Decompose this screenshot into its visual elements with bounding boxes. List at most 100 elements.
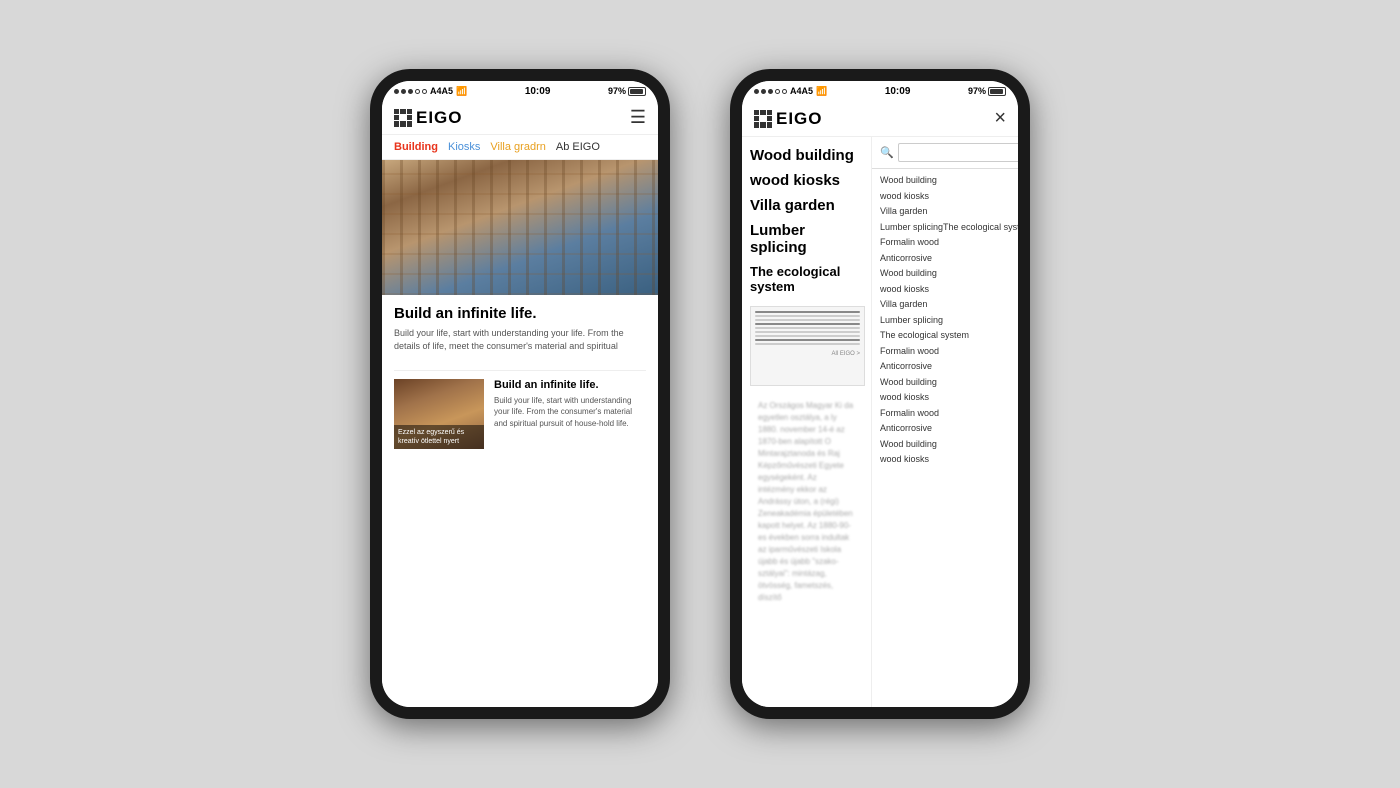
result-8[interactable]: Villa garden	[880, 297, 1018, 313]
main-article: Build an infinite life. Build your life,…	[382, 295, 658, 362]
status-left-1: A4A5 📶	[394, 86, 467, 97]
result-11[interactable]: Formalin wood	[880, 344, 1018, 360]
signal-dots-2	[754, 89, 787, 94]
result-6[interactable]: Wood building	[880, 266, 1018, 282]
result-4[interactable]: Formalin wood	[880, 235, 1018, 251]
carrier-label-2: A4A5	[790, 86, 813, 96]
phone-2-screen: A4A5 📶 10:09 97% EIGO ×	[742, 81, 1018, 707]
result-1[interactable]: wood kiosks	[880, 189, 1018, 205]
dot-4	[415, 89, 420, 94]
close-button[interactable]: ×	[994, 107, 1006, 130]
second-article-title: Build an infinite life.	[494, 379, 646, 391]
nav-kiosks[interactable]: Kiosks	[448, 141, 480, 153]
thumb-caption: Ezzel az egyszerű és kreatív ötlettel ny…	[394, 425, 484, 449]
tl6	[755, 331, 860, 333]
result-18[interactable]: wood kiosks	[880, 452, 1018, 468]
dot-1	[394, 89, 399, 94]
phone-1-screen: A4A5 📶 10:09 97% EIGO ☰	[382, 81, 658, 707]
tl7	[755, 335, 860, 337]
second-article-content: Build an infinite life. Build your life,…	[494, 379, 646, 449]
battery-pct-2: 97%	[968, 86, 986, 96]
time-display-2: 10:09	[885, 86, 911, 97]
hamburger-menu[interactable]: ☰	[630, 107, 646, 128]
hero-image	[382, 160, 658, 295]
search-icon: 🔍	[880, 146, 894, 159]
result-5[interactable]: Anticorrosive	[880, 251, 1018, 267]
wifi-icon-2: 📶	[816, 86, 827, 97]
result-13[interactable]: Wood building	[880, 375, 1018, 391]
status-bar-1: A4A5 📶 10:09 97%	[382, 81, 658, 101]
status-bar-2: A4A5 📶 10:09 97%	[742, 81, 1018, 101]
main-article-text: Build your life, start with understandin…	[394, 327, 646, 352]
app-header-2: EIGO ×	[742, 101, 1018, 137]
tl3	[755, 319, 860, 321]
logo-2: EIGO	[754, 109, 823, 129]
result-12[interactable]: Anticorrosive	[880, 359, 1018, 375]
time-display-1: 10:09	[525, 86, 551, 97]
tl9	[755, 343, 860, 345]
result-16[interactable]: Anticorrosive	[880, 421, 1018, 437]
menu-thumbnail: All EIGO >	[750, 306, 865, 386]
phone-1: A4A5 📶 10:09 97% EIGO ☰	[370, 69, 670, 719]
menu-item-4[interactable]: The ecological system	[750, 264, 863, 294]
menu-thumb-content: All EIGO >	[751, 307, 864, 385]
menu-left-panel: Wood building wood kiosks Villa garden L…	[742, 137, 872, 707]
search-results-list: Wood building wood kiosks Villa garden L…	[872, 169, 1018, 707]
menu-item-1[interactable]: wood kiosks	[750, 172, 863, 189]
article-thumbnail: Ezzel az egyszerű és kreatív ötlettel ny…	[394, 379, 484, 449]
result-2[interactable]: Villa garden	[880, 204, 1018, 220]
carrier-label: A4A5	[430, 86, 453, 96]
tl1	[755, 311, 860, 313]
battery-fill-1	[630, 89, 643, 94]
result-17[interactable]: Wood building	[880, 437, 1018, 453]
battery-fill-2	[990, 89, 1003, 94]
menu-item-3[interactable]: Lumber splicing	[750, 222, 863, 256]
blurred-text: Az Országos Magyar Ki da egyetlen osztál…	[750, 394, 863, 610]
result-10[interactable]: The ecological system	[880, 328, 1018, 344]
nav-abeigo[interactable]: Ab EIGO	[556, 141, 600, 153]
battery-area-2: 97%	[968, 86, 1006, 96]
search-input[interactable]	[898, 143, 1018, 162]
battery-area-1: 97%	[608, 86, 646, 96]
dot-2	[401, 89, 406, 94]
logo-text-1: EIGO	[416, 108, 463, 128]
dot-3	[408, 89, 413, 94]
wifi-icon: 📶	[456, 86, 467, 97]
battery-icon-2	[988, 87, 1006, 96]
menu-right-panel: 🔍 Wood building wood kiosks Villa garden…	[872, 137, 1018, 707]
search-box: 🔍	[872, 137, 1018, 169]
dot-21	[754, 89, 759, 94]
result-14[interactable]: wood kiosks	[880, 390, 1018, 406]
logo-1: EIGO	[394, 108, 463, 128]
phone-2: A4A5 📶 10:09 97% EIGO ×	[730, 69, 1030, 719]
nav-building[interactable]: Building	[394, 141, 438, 153]
logo-text-2: EIGO	[776, 109, 823, 129]
dot-25	[782, 89, 787, 94]
content-area-1: Build an infinite life. Build your life,…	[382, 160, 658, 707]
result-3[interactable]: Lumber splicingThe ecological system	[880, 220, 1018, 236]
menu-overlay-panel: Wood building wood kiosks Villa garden L…	[742, 137, 1018, 707]
menu-item-2[interactable]: Villa garden	[750, 197, 863, 214]
dot-23	[768, 89, 773, 94]
tl2	[755, 315, 860, 317]
logo-icon-2	[754, 110, 772, 128]
result-9[interactable]: Lumber splicing	[880, 313, 1018, 329]
second-article-text: Build your life, start with understandin…	[494, 395, 646, 429]
nav-villa[interactable]: Villa gradrn	[490, 141, 545, 153]
nav-tabs-1: Building Kiosks Villa gradrn Ab EIGO	[382, 135, 658, 160]
result-15[interactable]: Formalin wood	[880, 406, 1018, 422]
result-7[interactable]: wood kiosks	[880, 282, 1018, 298]
dot-5	[422, 89, 427, 94]
thumb-label: All EIGO >	[755, 351, 860, 357]
result-0[interactable]: Wood building	[880, 173, 1018, 189]
dot-22	[761, 89, 766, 94]
logo-icon-1	[394, 109, 412, 127]
menu-item-0[interactable]: Wood building	[750, 147, 863, 164]
battery-icon-1	[628, 87, 646, 96]
second-article-row: Ezzel az egyszerű és kreatív ötlettel ny…	[382, 379, 658, 459]
tl5	[755, 327, 860, 329]
signal-dots	[394, 89, 427, 94]
main-article-title: Build an infinite life.	[394, 305, 646, 322]
wood-overlay	[382, 160, 658, 295]
divider-1	[394, 370, 646, 371]
